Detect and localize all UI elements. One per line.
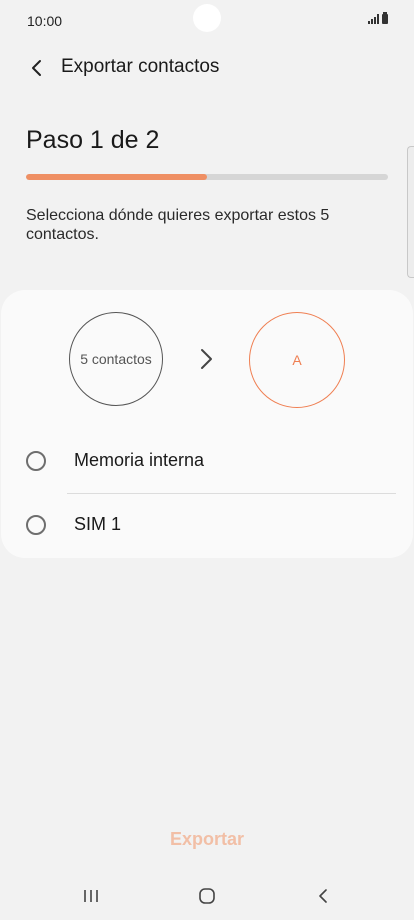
description-text: Selecciona dónde quieres exportar estos …: [26, 207, 330, 243]
status-bar: 10:00: [0, 0, 414, 44]
recent-apps-icon: [84, 890, 98, 902]
home-icon: [199, 888, 215, 904]
source-label: 5 contactos: [80, 351, 152, 367]
radio-button[interactable]: [26, 451, 46, 471]
option-label: SIM 1: [74, 514, 122, 534]
progress-fill: [26, 174, 207, 180]
option-label: Memoria interna: [74, 450, 205, 470]
chevron-left-icon: [32, 60, 41, 76]
recent-apps-button[interactable]: [71, 880, 111, 912]
export-button[interactable]: Exportar: [140, 823, 274, 855]
progress-bar: [26, 174, 388, 180]
option-sim-1[interactable]: SIM 1: [1, 495, 413, 557]
navigation-bar: [0, 872, 414, 920]
option-internal-memory[interactable]: Memoria interna: [1, 431, 413, 493]
back-button[interactable]: [20, 52, 52, 84]
system-back-button[interactable]: [303, 880, 343, 912]
step-indicator: Paso 1 de 2: [26, 126, 160, 154]
divider: [67, 493, 396, 494]
radio-button[interactable]: [26, 515, 46, 535]
target-circle[interactable]: A: [249, 312, 345, 408]
edge-panel-handle[interactable]: [407, 146, 414, 278]
battery-icon: [382, 12, 388, 24]
app-bar: Exportar contactos: [0, 48, 414, 88]
home-button[interactable]: [187, 880, 227, 912]
export-card: 5 contactos A Memoria interna SIM 1: [1, 290, 413, 558]
target-label: A: [292, 352, 302, 368]
status-time: 10:00: [27, 13, 63, 29]
source-circle: 5 contactos: [69, 312, 163, 406]
back-icon: [319, 889, 327, 903]
page-title: Exportar contactos: [61, 56, 220, 77]
signal-icon: [368, 14, 379, 24]
camera-cutout: [193, 4, 221, 32]
chevron-right-icon: [201, 349, 212, 369]
status-icons: [368, 12, 388, 24]
